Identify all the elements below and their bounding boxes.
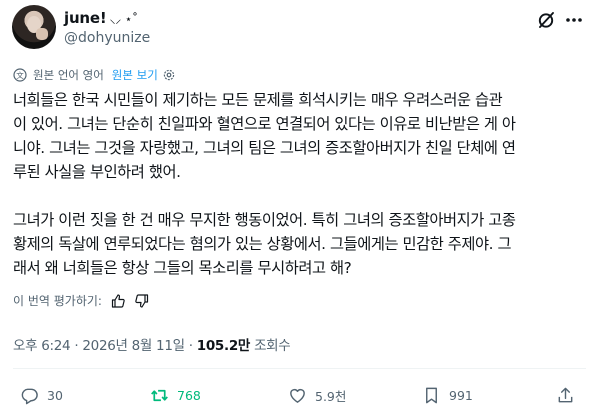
tweet-line: 이 있어. 그녀는 단순히 친일파와 혈연으로 연결되어 있다는 이유로 비난받… [13, 115, 516, 133]
retweet-icon [151, 389, 168, 401]
display-name[interactable]: june! ⸜⸝ ⋆˚ [64, 9, 138, 27]
avatar-hand [36, 28, 48, 40]
show-original-link[interactable]: 원본 보기 [112, 67, 158, 83]
translation-bar: 文 원본 언어 영어 원본 보기 [13, 67, 176, 83]
reply-count: 30 [47, 387, 63, 403]
reply-button[interactable]: 30 [20, 385, 63, 405]
thumbs-up-icon[interactable] [110, 293, 126, 309]
reply-icon [21, 388, 38, 404]
name-decoration: ⸜⸝ ⋆˚ [109, 12, 139, 26]
tweet-line: 그녀가 이런 짓을 한 건 매우 무지한 행동이었어. 특히 그녀의 증조할아버… [13, 211, 516, 229]
svg-text:文: 文 [16, 70, 24, 80]
tweet-time[interactable]: 오후 6:24 [13, 338, 71, 354]
retweet-count: 768 [177, 387, 201, 403]
tweet-line: 너희들은 한국 시민들이 제기하는 모든 문제를 희석시키는 매우 우려스러운 … [13, 91, 503, 109]
tweet-meta: 오후 6:24 · 2026년 8월 11일 · 105.2만 조회수 [13, 334, 291, 354]
tweet-line: 래서 왜 너희들은 항상 그들의 목소리를 무시하려고 해? [13, 259, 352, 277]
tweet-line: 루된 사실을 부인하려 했어. [13, 163, 181, 181]
thumbs-down-icon[interactable] [134, 293, 150, 309]
like-count: 5.9천 [315, 388, 347, 404]
share-icon [558, 387, 573, 402]
user-handle[interactable]: @dohyunize [64, 30, 150, 46]
tweet-line: 니야. 그녀는 그것을 자랑했고, 그녀의 팀은 그녀의 증조할아버지가 친일 … [13, 139, 516, 157]
bookmark-count: 991 [449, 387, 473, 403]
display-name-text: june! [64, 9, 107, 27]
slashed-circle-icon[interactable] [536, 10, 556, 30]
more-dots-icon[interactable] [564, 10, 584, 30]
meta-separator: · [188, 338, 193, 354]
meta-separator: · [74, 338, 79, 354]
share-button[interactable] [556, 385, 583, 405]
like-button[interactable]: 5.9천 [288, 385, 346, 405]
heart-icon [290, 388, 305, 403]
view-count-label: 조회수 [254, 338, 291, 354]
rate-translation: 이 번역 평가하기: [13, 292, 150, 309]
view-count: 105.2만 [196, 338, 251, 354]
rate-translation-label: 이 번역 평가하기: [13, 294, 102, 308]
source-language: 원본 언어 영어 [33, 68, 104, 82]
divider [13, 368, 586, 369]
retweet-button[interactable]: 768 [150, 385, 201, 405]
tweet-line: 황제의 독살에 연루되었다는 혐의가 있는 상황에서. 그들에게는 민감한 주제… [13, 235, 512, 253]
translate-icon: 文 [13, 68, 27, 82]
avatar[interactable] [12, 5, 56, 49]
gear-icon[interactable] [162, 68, 176, 82]
bookmark-button[interactable]: 991 [422, 385, 473, 405]
tweet-date[interactable]: 2026년 8월 11일 [82, 338, 185, 354]
bookmark-icon [426, 387, 437, 403]
